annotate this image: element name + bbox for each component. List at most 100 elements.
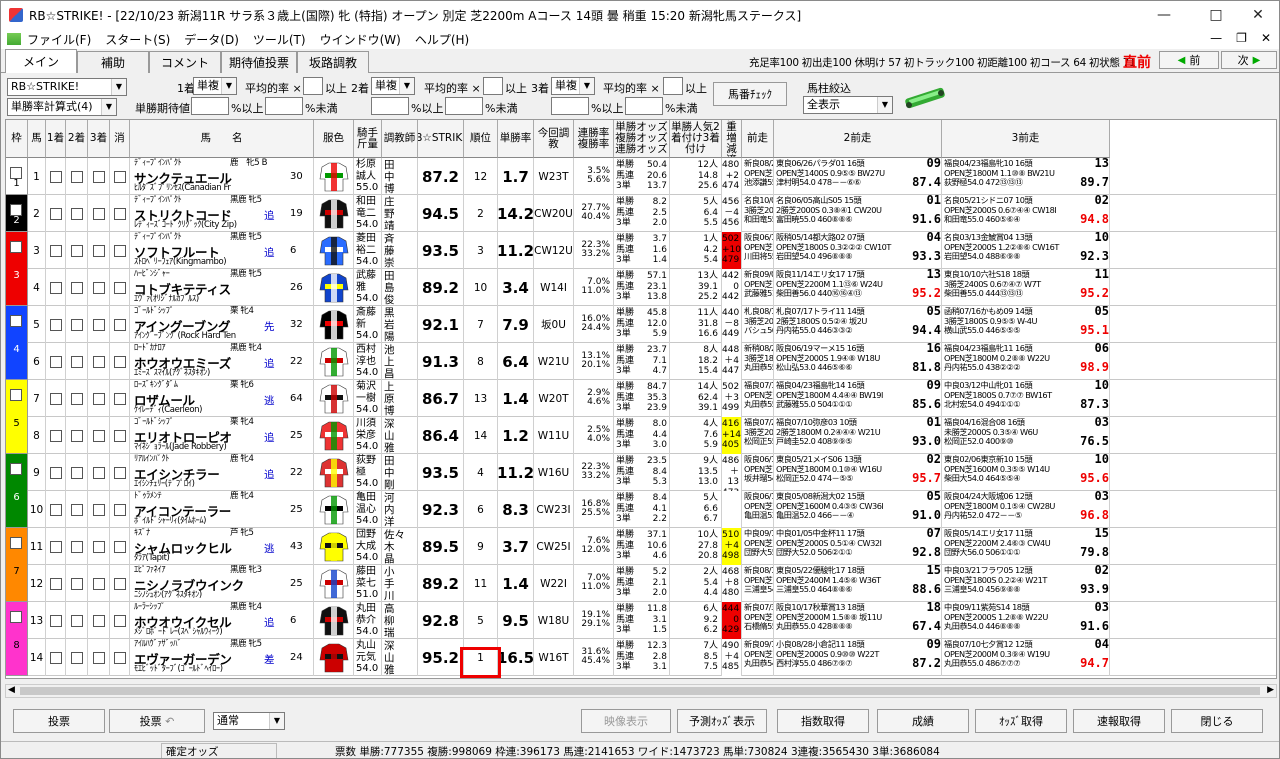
- prev-race-cell[interactable]: 名良06/05高山S05 15頭 01 2勝芝2000S 0.3⑧④1 CW20U 富…: [774, 195, 942, 232]
- check-cell[interactable]: [66, 158, 88, 195]
- check-cell[interactable]: [66, 454, 88, 491]
- filter-select[interactable]: 全表示 ▼: [803, 96, 893, 114]
- prev-race-cell[interactable]: 名良05/21シドニ07 10頭 02 OPEN芝2000S 0.6⑦④④ CW18…: [942, 195, 1110, 232]
- exp2-max-input[interactable]: [445, 97, 483, 115]
- check-cell[interactable]: [110, 454, 130, 491]
- header-renfuku[interactable]: 連勝率複勝率: [574, 120, 614, 158]
- table-row[interactable]: 13 ﾙｰﾗｰｼｯﾌﾟ 黒鹿 牝4 ホウオウイクセル追 6 ﾒｼﾞﾛﾎﾞｰﾄﾞﾚｰ(ｽﾍﾟ…: [6, 602, 1276, 639]
- rank-checkbox[interactable]: [49, 170, 62, 183]
- rank-checkbox[interactable]: [70, 392, 83, 405]
- prev-race-cell[interactable]: 新良08/10紫苑S04 12頭04OPEN芝2000M 0.2②④ W20T三…: [742, 565, 774, 602]
- prev-race-cell[interactable]: 札良07/17トライ11 14頭 05 2勝芝1800S 0.5②④ 坂2U 丹内祐5…: [774, 306, 942, 343]
- tab-sub[interactable]: 補助: [77, 51, 149, 73]
- waku-checkbox[interactable]: [10, 315, 22, 327]
- rank-checkbox[interactable]: [70, 281, 83, 294]
- umaban-check-button[interactable]: 馬番ﾁｪｯｸ: [713, 82, 787, 106]
- prev-race-cell[interactable]: 阪良06/19マーメ05 16頭07OPEN芝2000S 1.3⑧⑤ CW21T…: [742, 491, 774, 528]
- check-cell[interactable]: [66, 269, 88, 306]
- prev-race-cell[interactable]: 中良01/05中金杯11 17頭 07 OPEN芝2000S 0.5①④ CW32I…: [774, 528, 942, 565]
- check-cell[interactable]: [66, 232, 88, 269]
- check-cell[interactable]: [110, 528, 130, 565]
- check-cell[interactable]: [66, 380, 88, 417]
- prev-race-cell[interactable]: 阪良06/19マーメ03 16頭03OPEN芝2000S 0.3④④1 CW3I…: [742, 232, 774, 269]
- rank-checkbox[interactable]: [92, 614, 105, 627]
- prev-race-cell[interactable]: 中良03/12中山牝01 16頭 10 OPEN芝1800S 0.7⑦⑦ BW16T…: [942, 380, 1110, 417]
- rank-checkbox[interactable]: [49, 614, 62, 627]
- waku-cell[interactable]: 3: [6, 232, 28, 306]
- bet1-select[interactable]: 単複 ▼: [193, 77, 237, 95]
- header-num[interactable]: 馬: [28, 120, 46, 158]
- rank-checkbox[interactable]: [113, 503, 126, 516]
- prev-race-cell[interactable]: 小良08/28小倉記11 18頭 09 OPEN芝2000S 0.9⑩⑩ W22T 西…: [774, 639, 942, 676]
- waku-checkbox[interactable]: [10, 167, 22, 179]
- prev-race-cell[interactable]: 新良08/28朱鷺S13 18頭15OPEN芝1400M 0.7④⑥6 BW27…: [742, 158, 774, 195]
- rank-checkbox[interactable]: [70, 318, 83, 331]
- waku-cell[interactable]: 6: [6, 454, 28, 528]
- check-cell[interactable]: [88, 565, 110, 602]
- table-row[interactable]: 9 ﾘｱﾙｲﾝﾊﾟｸﾄ鹿 牝4 エイシンチラー追 22 ｴｲｼﾝﾁｪﾘｰ(ﾃﾞﾌﾟﾛｲ)…: [6, 454, 1276, 491]
- rank-checkbox[interactable]: [70, 651, 83, 664]
- check-cell[interactable]: [46, 232, 66, 269]
- vote-back-button[interactable]: 投票 ↶: [109, 709, 205, 733]
- exp-min-input[interactable]: [191, 97, 229, 115]
- prev-race-cell[interactable]: 福良07/10弥彦03 10頭 01 2勝芝1800M 0.2④④④ W21U 戸崎圭…: [774, 417, 942, 454]
- header-rate[interactable]: 単勝率: [498, 120, 534, 158]
- waku-checkbox[interactable]: [10, 611, 22, 623]
- odds-fetch-button[interactable]: ｵｯｽﾞ取得: [975, 709, 1067, 733]
- rank-checkbox[interactable]: [92, 540, 105, 553]
- rank-checkbox[interactable]: [70, 170, 83, 183]
- rank-checkbox[interactable]: [92, 429, 105, 442]
- check-cell[interactable]: [88, 158, 110, 195]
- waku-cell[interactable]: 7: [6, 528, 28, 602]
- check-cell[interactable]: [88, 195, 110, 232]
- table-row[interactable]: 3 ﾃﾞｨｰﾌﾟｲﾝﾊﾟｸﾄ 黒鹿 牝5 ソフトフルート追 6 ｽﾄﾛﾍﾞﾘｰﾌｪｱ(Ki…: [6, 232, 1276, 269]
- prev-race-cell[interactable]: 阪良05/14エリ女17 11頭 15 OPEN芝2200M 2.4⑥③ CW4U 団…: [942, 528, 1110, 565]
- rank-checkbox[interactable]: [70, 466, 83, 479]
- check-cell[interactable]: [46, 380, 66, 417]
- prev-race-cell[interactable]: 福良04/16混合08 16頭 03 未勝芝2000S 0.3⑤④ W6U 松岡正52…: [942, 417, 1110, 454]
- check-cell[interactable]: [66, 639, 88, 676]
- check-cell[interactable]: [88, 454, 110, 491]
- prev-race-cell[interactable]: 名良10/01関ケ原09 17頭033勝芝2000S 0.3⑧④1 CW25I和…: [742, 195, 774, 232]
- rank-checkbox[interactable]: [113, 392, 126, 405]
- check-cell[interactable]: [46, 602, 66, 639]
- rank-checkbox[interactable]: [49, 281, 62, 294]
- rank-checkbox[interactable]: [49, 466, 62, 479]
- table-row[interactable]: 1 ﾃﾞｨｰﾌﾟｲﾝﾊﾟｸﾄ鹿 牝5 B サンクテュエール 30 ﾋﾙﾀﾞｽﾞﾌﾟﾘﾝｾ…: [6, 158, 1276, 195]
- rank-checkbox[interactable]: [49, 503, 62, 516]
- waku-checkbox[interactable]: [10, 537, 22, 549]
- header-score[interactable]: RB☆STRIKE!: [418, 120, 464, 158]
- rank-checkbox[interactable]: [113, 355, 126, 368]
- header-weight[interactable]: 馬体重増減適正: [722, 120, 742, 158]
- prev-race-cell[interactable]: 福良07/10七夕賞12 12頭 04 OPEN芝2000M 0.3⑨④ W19U 丸…: [942, 639, 1110, 676]
- check-cell[interactable]: [110, 565, 130, 602]
- menu-tools[interactable]: ツール(T): [253, 31, 306, 48]
- prev-race-cell[interactable]: 東良05/21メイS06 13頭 02 OPEN芝1800M 0.1⑩④ W16U 松…: [774, 454, 942, 491]
- rank-checkbox[interactable]: [70, 207, 83, 220]
- mode-select[interactable]: 通常 ▼: [213, 712, 285, 730]
- prev-race-cell[interactable]: 東良02/06東京新10 15頭 10 OPEN芝1600M 0.3⑤⑤ W14U 柴…: [942, 454, 1110, 491]
- check-cell[interactable]: [46, 491, 66, 528]
- prev-race-cell[interactable]: 函稍07/16かもめ09 14頭 05 3勝芝1800S 0.9⑤⑤ W-4U 横山武…: [942, 306, 1110, 343]
- exp2-min-input[interactable]: [371, 97, 409, 115]
- menu-window[interactable]: ウインドウ(W): [320, 31, 401, 48]
- rank-checkbox[interactable]: [92, 577, 105, 590]
- doc-close-icon[interactable]: ✕: [1261, 31, 1271, 45]
- waku-checkbox[interactable]: [10, 463, 22, 475]
- exp-max-input[interactable]: [265, 97, 303, 115]
- waku-checkbox[interactable]: [10, 241, 22, 253]
- menu-file[interactable]: ファイル(F): [27, 31, 91, 48]
- check-cell[interactable]: [46, 528, 66, 565]
- rank-checkbox[interactable]: [70, 540, 83, 553]
- check-cell[interactable]: [46, 565, 66, 602]
- app-select[interactable]: RB☆STRIKE! ▼: [7, 78, 127, 96]
- header-name[interactable]: 馬 名: [130, 120, 314, 158]
- rank-checkbox[interactable]: [92, 281, 105, 294]
- check-cell[interactable]: [110, 380, 130, 417]
- close-icon[interactable]: ✕: [1235, 1, 1279, 29]
- rank-checkbox[interactable]: [113, 281, 126, 294]
- table-row[interactable]: 11 ｷｽﾞﾅ芦 牝5 シャムロックヒル逃 43 ﾀﾗｱ(Tapit) 団野大成54.0 佐…: [6, 528, 1276, 565]
- check-cell[interactable]: [88, 380, 110, 417]
- check-cell[interactable]: [110, 417, 130, 454]
- waku-cell[interactable]: 4: [6, 306, 28, 380]
